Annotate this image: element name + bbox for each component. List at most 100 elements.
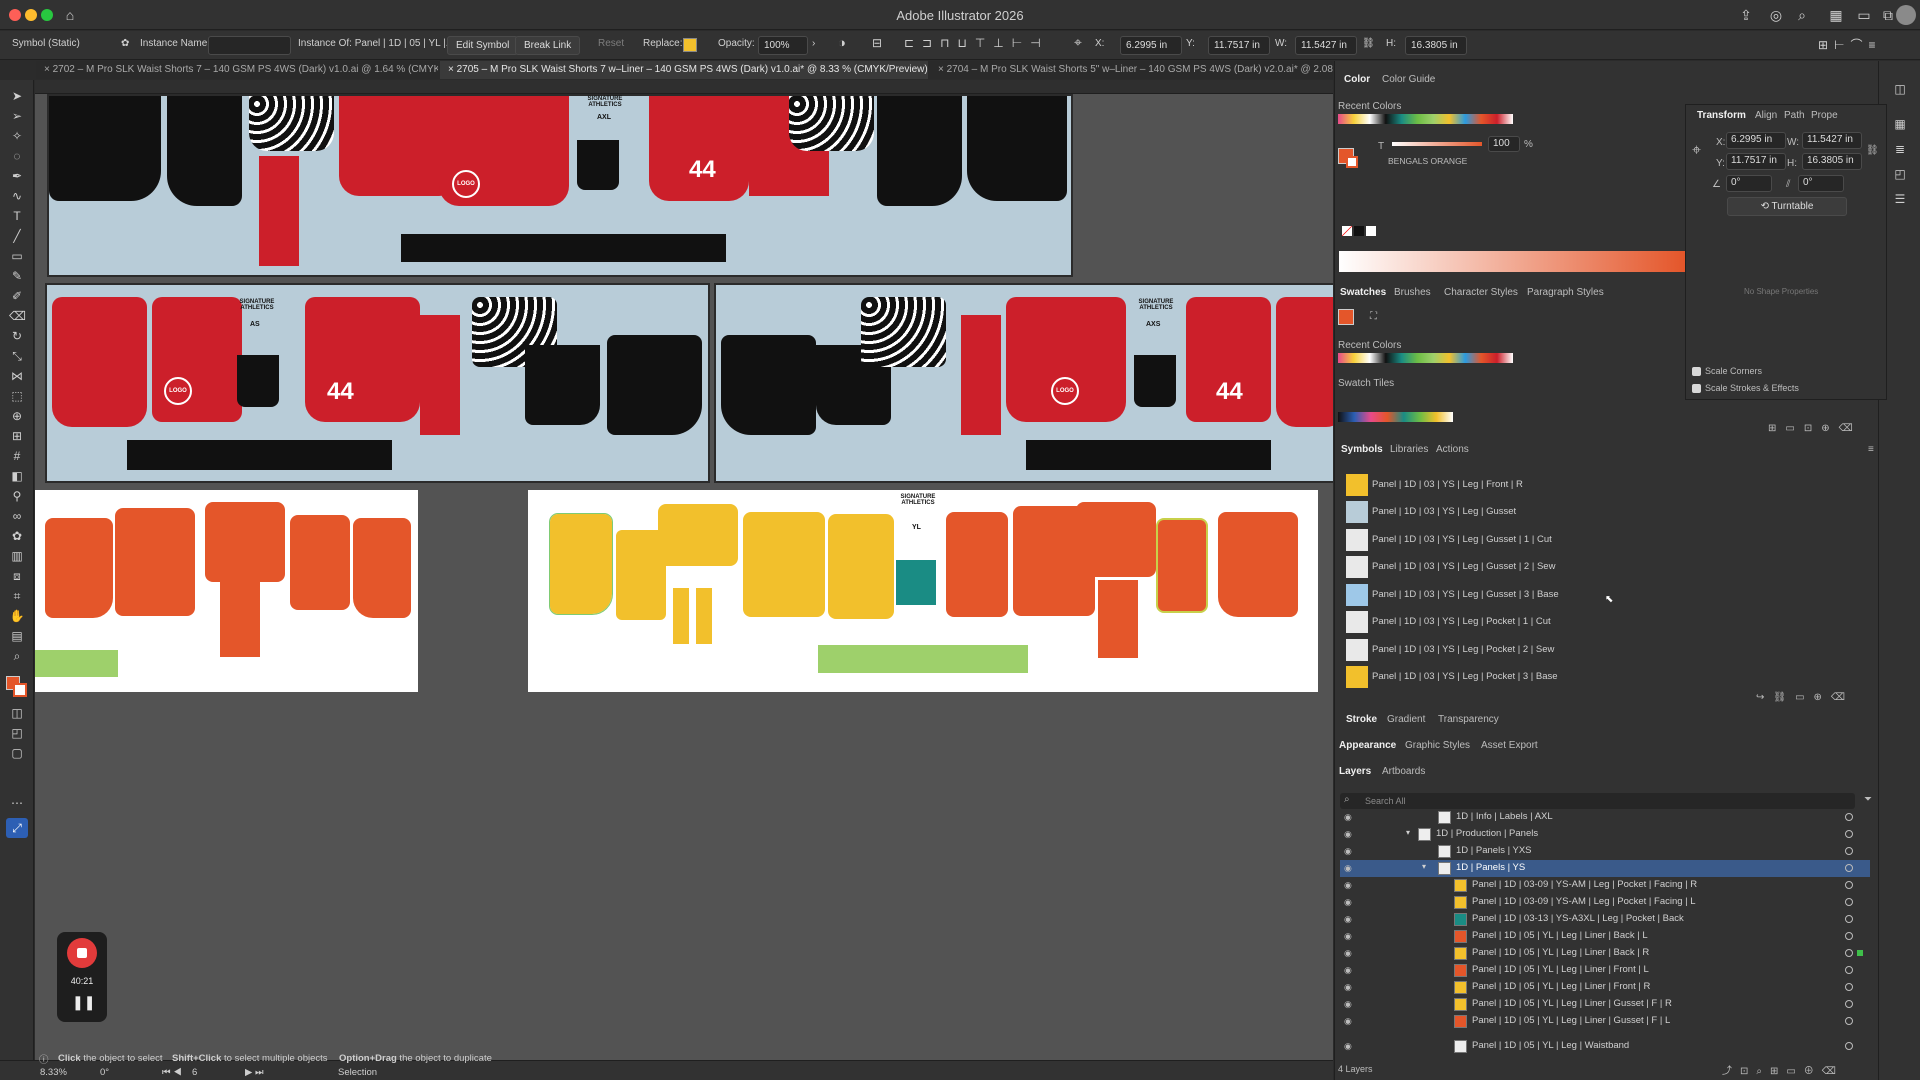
notifications-icon[interactable]: ◎ [1768, 7, 1784, 23]
workspace-icon[interactable]: ▦ [1828, 7, 1844, 23]
scale-corners-checkbox[interactable] [1692, 367, 1701, 376]
tab-align[interactable]: Align [1755, 110, 1777, 121]
layers-actions-icons[interactable]: ⤴⊡⌕⊞▭⊕⌫ [1722, 1062, 1844, 1077]
layer-row[interactable]: ◉ Panel | 1D | 03-09 | YS-AM | Leg | Pock… [1340, 877, 1870, 894]
hand-tool-icon[interactable]: ✋ [9, 608, 25, 624]
black-color-swatch[interactable] [1354, 226, 1364, 236]
shear-input[interactable]: 0° [1798, 175, 1844, 192]
h-input[interactable]: 16.3805 in [1405, 36, 1467, 55]
close-tab-icon[interactable]: × [938, 64, 947, 75]
reference-point-icon[interactable]: ⌖ [1692, 142, 1701, 160]
tab-character-styles[interactable]: Character Styles [1444, 287, 1518, 298]
symbol-item[interactable]: Panel | 1D | 03 | YS | Leg | Gusset | 1 … [1340, 526, 1870, 553]
canvas[interactable]: LOGO SIGNATURE ATHLETICS AXL 44 LOGO SIGN… [35, 80, 1333, 1060]
target-icon[interactable] [1845, 1042, 1853, 1050]
close-tab-icon[interactable]: × [44, 64, 53, 75]
layer-row[interactable]: ◉ ▾ 1D | Production | Panels [1340, 826, 1870, 843]
artboard-navigation-next[interactable]: ▶ ⏭ [245, 1067, 264, 1080]
target-icon[interactable] [1845, 1017, 1853, 1025]
shape-builder-tool-icon[interactable]: ⊕ [9, 408, 25, 424]
pause-icon[interactable]: ❚❚ [72, 994, 95, 1014]
stroke-color-swatch[interactable] [13, 683, 27, 697]
visibility-icon[interactable]: ◉ [1344, 1016, 1354, 1027]
avatar[interactable] [1896, 5, 1916, 25]
tab-document-2705[interactable]: × 2705 – M Pro SLK Waist Shorts 7 w–Line… [440, 61, 928, 79]
properties-icon[interactable]: ◫ [1892, 81, 1908, 97]
rectangle-tool-icon[interactable]: ▭ [9, 248, 25, 264]
screen-mode-icon[interactable]: ▢ [9, 745, 25, 761]
layer-row[interactable]: ◉ Panel | 1D | 05 | YL | Leg | Liner | Fr… [1340, 962, 1870, 979]
slice-tool-icon[interactable]: ⌗ [9, 588, 25, 604]
tab-color[interactable]: Color [1344, 74, 1370, 85]
tab-graphic-styles[interactable]: Graphic Styles [1405, 740, 1470, 751]
target-icon[interactable] [1845, 932, 1853, 940]
tab-appearance[interactable]: Appearance [1339, 740, 1396, 751]
scale-tool-icon[interactable]: ⤡ [9, 348, 25, 364]
zoom-tool-icon[interactable]: ⌕ [9, 648, 25, 664]
constrain-link-icon[interactable]: ⛓ [1362, 38, 1375, 49]
rotation-select[interactable]: 0° [100, 1067, 109, 1080]
none-color-icon[interactable] [1342, 226, 1352, 236]
close-tab-icon[interactable]: × [448, 64, 457, 75]
transform-w-input[interactable]: 11.5427 in [1802, 132, 1862, 149]
layer-row[interactable]: ◉ Panel | 1D | 05 | YL | Leg | Liner | Gu… [1340, 1013, 1870, 1030]
pen-tool-icon[interactable]: ✒ [9, 168, 25, 184]
eyedropper-tool-icon[interactable]: ⚲ [9, 488, 25, 504]
swatches-recent-colors[interactable] [1338, 353, 1513, 363]
tab-transparency[interactable]: Transparency [1438, 714, 1499, 725]
visibility-icon[interactable]: ◉ [1344, 948, 1354, 959]
horizontal-ruler[interactable] [35, 80, 1333, 94]
gradient-tool-icon[interactable]: ◧ [9, 468, 25, 484]
tint-slider[interactable] [1392, 142, 1482, 146]
tab-asset-export[interactable]: Asset Export [1481, 740, 1538, 751]
symbol-item[interactable]: Panel | 1D | 03 | YS | Leg | Gusset | 2 … [1340, 553, 1870, 580]
align-to-icon[interactable]: ⊟ [872, 36, 882, 50]
transform-h-input[interactable]: 16.3805 in [1802, 153, 1862, 170]
direct-selection-tool-icon[interactable]: ➢ [9, 108, 25, 124]
target-icon[interactable] [1845, 898, 1853, 906]
target-icon[interactable] [1845, 881, 1853, 889]
color-stroke-swatch[interactable] [1346, 156, 1358, 168]
chevron-down-icon[interactable]: ▾ [1422, 862, 1426, 871]
filter-icon[interactable]: ⏷ [1864, 794, 1872, 805]
panel-toggle-icon[interactable]: ▭ [1856, 7, 1872, 23]
blend-tool-icon[interactable]: ∞ [9, 508, 25, 524]
artboard-liner-left[interactable] [35, 490, 418, 692]
tab-color-guide[interactable]: Color Guide [1382, 74, 1435, 85]
visibility-icon[interactable]: ◉ [1344, 880, 1354, 891]
paintbrush-tool-icon[interactable]: ✎ [9, 268, 25, 284]
artboard-tool-icon[interactable]: ⧈ [9, 568, 25, 584]
transform-x-input[interactable]: 6.2995 in [1726, 132, 1786, 149]
scale-strokes-checkbox[interactable] [1692, 384, 1701, 393]
layer-row[interactable]: ◉ Panel | 1D | 03-09 | YS-AM | Leg | Pock… [1340, 894, 1870, 911]
artboard-liner-yl[interactable]: SIGNATURE ATHLETICS YL [528, 490, 1318, 692]
tint-input[interactable]: 100 [1488, 136, 1520, 152]
mesh-tool-icon[interactable]: # [9, 448, 25, 464]
zoom-level-select[interactable]: 8.33% [40, 1067, 67, 1080]
libraries-icon[interactable]: ▦ [1892, 116, 1908, 132]
tab-paragraph-styles[interactable]: Paragraph Styles [1527, 287, 1604, 298]
tab-pathfinder[interactable]: Path [1784, 110, 1805, 121]
swatch-tiles[interactable] [1338, 412, 1453, 422]
tab-artboards[interactable]: Artboards [1382, 766, 1425, 777]
layer-row[interactable]: ◉ Panel | 1D | 05 | YL | Leg | Liner | Gu… [1340, 996, 1870, 1013]
arrange-documents-icon[interactable]: ⧉ [1880, 7, 1896, 23]
visibility-icon[interactable]: ◉ [1344, 812, 1354, 823]
layer-row[interactable]: ◉ Panel | 1D | 05 | YL | Leg | Liner | Ba… [1340, 945, 1870, 962]
edit-symbol-button[interactable]: Edit Symbol [447, 36, 519, 55]
chevron-down-icon[interactable]: ▾ [1406, 828, 1410, 837]
tab-stroke[interactable]: Stroke [1346, 714, 1377, 725]
tab-swatches[interactable]: Swatches [1340, 287, 1386, 298]
layer-row[interactable]: ◉ Panel | 1D | 03-13 | YS-A3XL | Leg | Po… [1340, 911, 1870, 928]
artboard-number-select[interactable]: 6 [192, 1067, 197, 1080]
white-color-swatch[interactable] [1366, 226, 1376, 236]
tab-document-2704[interactable]: × 2704 – M Pro SLK Waist Shorts 5" w–Lin… [930, 61, 1333, 79]
curvature-tool-icon[interactable]: ∿ [9, 188, 25, 204]
target-icon[interactable] [1845, 915, 1853, 923]
visibility-icon[interactable]: ◉ [1344, 999, 1354, 1010]
symbol-item[interactable]: Panel | 1D | 03 | YS | Leg | Front | R [1340, 471, 1870, 498]
target-icon[interactable] [1845, 813, 1853, 821]
symbol-sprayer-tool-icon[interactable]: ✿ [9, 528, 25, 544]
color-spectrum[interactable] [1339, 251, 1685, 272]
visibility-icon[interactable]: ◉ [1344, 897, 1354, 908]
